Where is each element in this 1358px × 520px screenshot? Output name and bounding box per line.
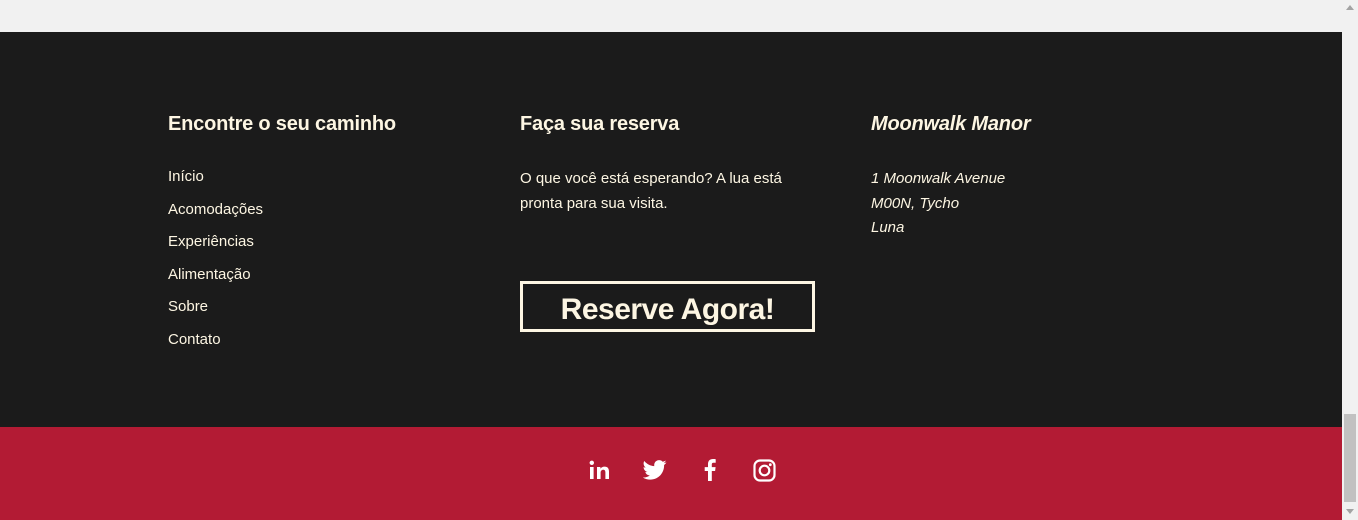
twitter-icon [642,460,666,480]
footer-address-column: Moonwalk Manor 1 Moonwalk Avenue M00N, T… [871,111,1171,241]
footer-nav-item: Sobre [168,297,468,330]
footer-nav-item: Acomodações [168,200,468,233]
booking-blurb: O que você está esperando? A lua está pr… [520,170,782,212]
instagram-icon [753,458,776,482]
booking-heading: Faça sua reserva [520,113,680,135]
footer-link-alimentacao[interactable]: Alimentação [168,266,251,283]
social-links [572,457,792,483]
facebook-link[interactable] [682,457,737,483]
reserve-now-button[interactable]: Reserve Agora! [520,281,815,332]
footer-link-contato[interactable]: Contato [168,331,221,348]
address-line: M00N, Tycho [871,194,960,212]
postal-address: 1 Moonwalk Avenue M00N, Tycho Luna [871,167,1171,241]
footer-link-inicio[interactable]: Início [168,168,204,185]
linkedin-icon [589,460,609,479]
footer-nav-column: Encontre o seu caminho Início Acomodaçõe… [168,111,468,362]
address-line: Luna [871,219,905,236]
footer-nav-item: Alimentação [168,265,468,298]
vertical-scrollbar[interactable] [1342,0,1358,520]
scroll-up-arrow-icon[interactable] [1346,5,1354,10]
address-line: 1 Moonwalk Avenue [871,170,1006,187]
footer-nav-item: Experiências [168,232,468,265]
footer-link-acomodacoes[interactable]: Acomodações [168,201,263,218]
footer-nav-list: Início Acomodações Experiências Alimenta… [168,167,468,362]
linkedin-link[interactable] [572,457,627,483]
instagram-link[interactable] [737,457,792,483]
page-content-end [0,0,1342,32]
footer-nav-item: Contato [168,330,468,363]
scroll-down-arrow-icon[interactable] [1346,509,1354,514]
footer-link-sobre[interactable]: Sobre [168,298,208,315]
footer-nav-item: Início [168,167,468,200]
scrollbar-thumb[interactable] [1344,414,1356,502]
footer-social-bar [0,427,1342,520]
footer-booking-column: Faça sua reserva O que você está esperan… [520,111,820,332]
facebook-icon [704,459,716,481]
footer-nav-heading: Encontre o seu caminho [168,113,396,135]
site-footer: Encontre o seu caminho Início Acomodaçõe… [0,32,1342,427]
twitter-link[interactable] [627,457,682,483]
address-heading: Moonwalk Manor [871,113,1031,135]
footer-link-experiencias[interactable]: Experiências [168,233,254,250]
